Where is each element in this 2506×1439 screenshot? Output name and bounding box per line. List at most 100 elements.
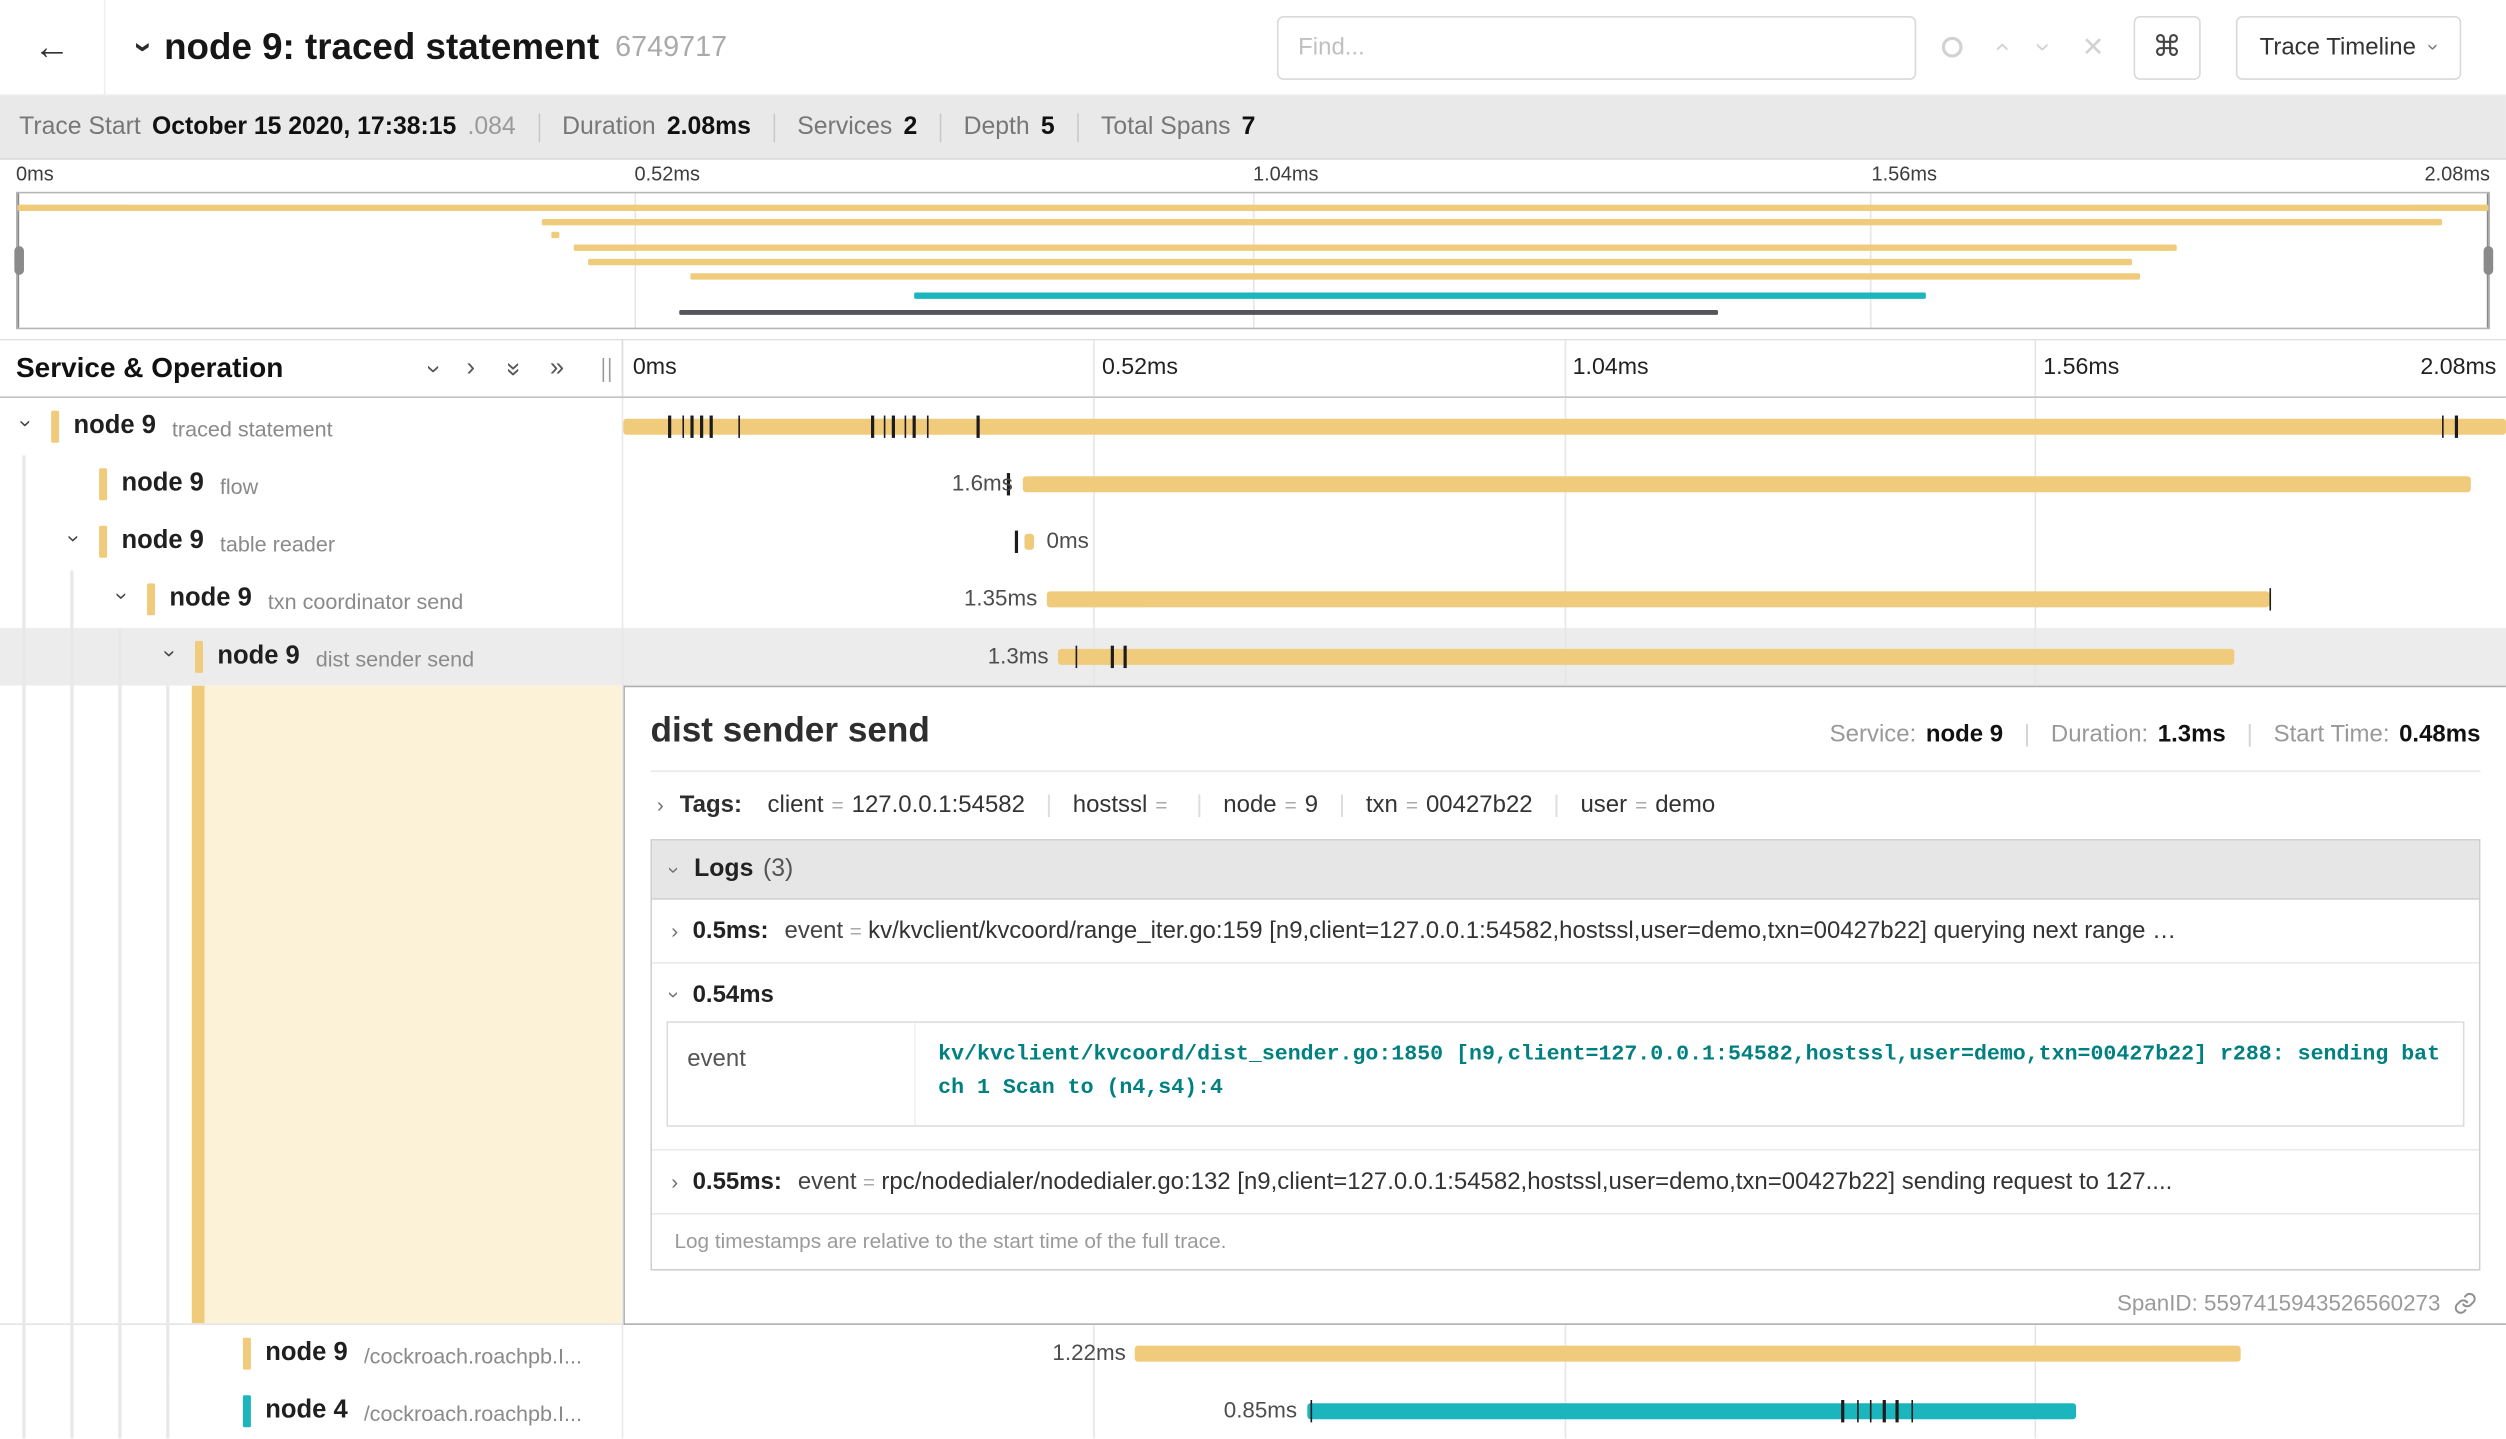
log-entry-expander-icon[interactable]: › (664, 991, 685, 998)
span-row-left[interactable]: ›node 9table reader (0, 513, 623, 571)
tag-separator: | (1339, 791, 1345, 818)
span-row-timeline[interactable]: 0.85ms (623, 1382, 2506, 1438)
meta-label: Duration: (2051, 721, 2148, 748)
span-name: node 9/cockroach.roachpb.I... (265, 1325, 615, 1383)
span-row-timeline[interactable] (623, 398, 2506, 456)
span-row-left[interactable]: ›node 9traced statement (0, 398, 623, 456)
span-row[interactable]: ›node 9table reader 0ms (0, 513, 2506, 571)
span-name: node 9dist sender send (217, 628, 615, 686)
timeline-tick-label: 0.52ms (1102, 355, 1178, 381)
duration-label: 1.35ms (964, 585, 1037, 611)
find-input[interactable] (1277, 15, 1916, 79)
minimap-right-scrubber[interactable] (2487, 193, 2489, 327)
equals-sign: = (850, 919, 862, 943)
service-color-bar (195, 641, 203, 673)
span-row[interactable]: node 4/cockroach.roachpb.I...0.85ms (0, 1382, 2506, 1438)
span-row-left[interactable]: ›node 9txn coordinator send (0, 571, 623, 629)
minimap-span-bar (18, 205, 2489, 211)
collapse-trace-icon[interactable]: › (124, 42, 161, 53)
trace-view-selector[interactable]: Trace Timeline › (2236, 15, 2462, 79)
collapse-all-icon[interactable]: » (500, 361, 526, 375)
tag-key: user (1580, 791, 1627, 818)
minimap-tick-labels: 0ms0.52ms1.04ms1.56ms2.08ms (16, 163, 2490, 189)
tags-expander-icon[interactable]: › (657, 794, 664, 815)
column-resize-grip[interactable] (599, 358, 612, 382)
minimap-canvas[interactable] (16, 192, 2490, 329)
span-row[interactable]: ›node 9txn coordinator send1.35ms (0, 571, 2506, 629)
summary-value: 5 (1041, 113, 1055, 142)
span-row-left[interactable]: node 9flow (0, 455, 623, 513)
duration-label: 0ms (1046, 527, 1088, 553)
indent-guide (22, 1325, 25, 1383)
log-entry[interactable]: ›0.5ms:event=kv/kvclient/kvcoord/range_i… (652, 900, 2479, 964)
indent-guide (118, 1325, 121, 1383)
span-duration-bar (1022, 476, 2470, 492)
span-row[interactable]: node 9flow1.6ms (0, 455, 2506, 513)
chevron-down-icon[interactable]: › (158, 642, 184, 664)
selected-span-color-stripe (192, 686, 205, 1324)
span-row[interactable]: ›node 9traced statement (0, 398, 2506, 456)
trace-timeline-page: ← › node 9: traced statement 6749717 › ›… (0, 0, 2506, 1438)
log-entry-expander-icon[interactable]: › (671, 921, 678, 942)
span-row-timeline[interactable]: 0ms (623, 513, 2506, 571)
span-row-timeline[interactable]: 1.22ms (623, 1325, 2506, 1383)
target-icon[interactable] (1942, 37, 1963, 58)
chevron-down-icon[interactable]: › (14, 412, 40, 434)
expand-one-icon[interactable]: › (466, 356, 475, 382)
back-button[interactable]: ← (0, 0, 105, 95)
timeline-column-header: Service & Operation › › » » 0ms0.52ms1.0… (0, 339, 2506, 398)
span-row-left[interactable]: node 4/cockroach.roachpb.I... (0, 1382, 623, 1438)
log-field-name-cell: event (668, 1023, 916, 1125)
span-row-timeline[interactable]: 1.6ms (623, 455, 2506, 513)
span-duration-bar (1307, 1403, 2077, 1419)
service-name: node 9 (169, 585, 251, 614)
span-row[interactable]: node 9/cockroach.roachpb.I...1.22ms (0, 1325, 2506, 1383)
minimap-tick-label: 1.56ms (1871, 163, 1937, 185)
log-marker-tick (913, 416, 915, 438)
tag-separator: | (1046, 791, 1052, 818)
service-name: node 9 (74, 412, 156, 441)
span-row-left[interactable]: › node 9dist sender send (0, 628, 623, 686)
span-row[interactable]: › node 9dist sender send 1.3ms (0, 628, 2506, 686)
indent-guide (166, 686, 169, 1324)
tags-row[interactable]: ›Tags:client=127.0.0.1:54582|hostssl=|no… (650, 772, 2480, 836)
collapse-one-icon[interactable]: › (419, 364, 445, 373)
log-entry-expander-icon[interactable]: › (671, 1171, 678, 1192)
keyboard-shortcuts-button[interactable]: ⌘ (2133, 15, 2200, 79)
chevron-up-icon[interactable]: › (1987, 43, 2014, 52)
logs-expander-icon[interactable]: › (664, 866, 685, 873)
log-entry-header[interactable]: ›0.54ms (652, 964, 2479, 1015)
view-selector-label: Trace Timeline (2260, 34, 2416, 61)
indent-guide (22, 513, 25, 571)
log-entry[interactable]: ›0.55ms:event=rpc/nodedialer/nodedialer.… (652, 1150, 2479, 1214)
duration-label: 1.3ms (988, 642, 1049, 668)
indent-guide (22, 571, 25, 629)
span-detail-panel: dist sender sendService:node 9|Duration:… (623, 686, 2506, 1325)
expand-all-icon[interactable]: » (550, 356, 564, 382)
minimap-span-bar (690, 273, 2140, 279)
selected-span-tint (205, 686, 622, 1324)
equals-sign: = (832, 793, 844, 817)
logs-header[interactable]: ›Logs(3) (652, 841, 2479, 900)
service-color-bar (51, 411, 59, 443)
detail-span-title: dist sender send (650, 710, 929, 752)
chevron-down-icon[interactable]: › (2030, 43, 2057, 52)
meta-label: Start Time: (2274, 721, 2390, 748)
span-row-left[interactable]: node 9/cockroach.roachpb.I... (0, 1325, 623, 1383)
tag-separator: | (1553, 791, 1559, 818)
summary-item: Trace StartOctober 15 2020, 17:38:15.084 (19, 113, 516, 142)
equals-sign: = (1406, 793, 1418, 817)
span-id-value: 5597415943526560273 (2204, 1289, 2440, 1315)
link-icon[interactable] (2440, 1289, 2477, 1315)
summary-separator (538, 113, 540, 142)
minimap-left-scrubber[interactable] (18, 193, 20, 327)
chevron-down-icon[interactable]: › (62, 527, 88, 549)
span-row-timeline[interactable]: 1.3ms (623, 628, 2506, 686)
indent-guide (70, 686, 73, 1324)
close-icon[interactable]: ✕ (2082, 34, 2105, 61)
minimap-span-bar (541, 219, 2441, 225)
span-row-timeline[interactable]: 1.35ms (623, 571, 2506, 629)
chevron-down-icon[interactable]: › (110, 585, 136, 607)
service-operation-header: Service & Operation › › » » (0, 340, 623, 396)
meta-separator: | (2024, 721, 2030, 748)
